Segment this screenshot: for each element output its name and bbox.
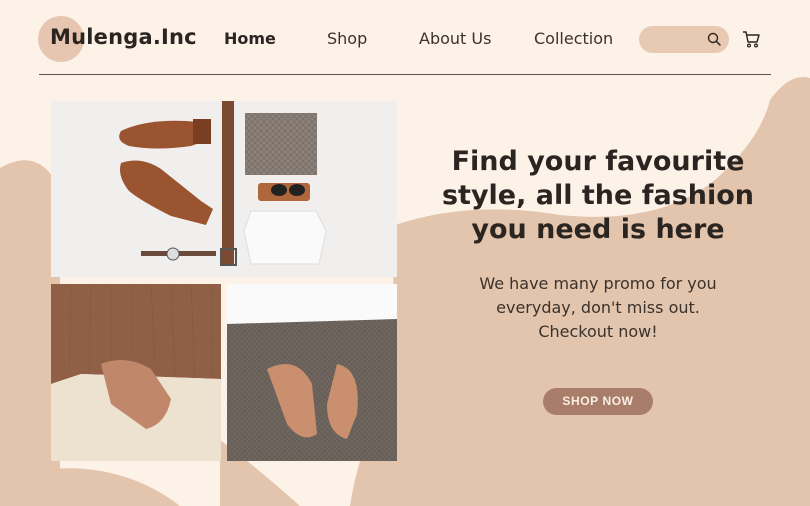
nav-collection[interactable]: Collection: [534, 29, 613, 48]
ribbed-top-image: [51, 284, 221, 461]
header-divider: [39, 74, 771, 75]
shop-now-button[interactable]: SHOP NOW: [543, 388, 653, 415]
nav-shop[interactable]: Shop: [327, 29, 367, 48]
hero-title: Find your favourite style, all the fashi…: [441, 146, 755, 245]
nav-home[interactable]: Home: [224, 29, 276, 48]
cart-icon[interactable]: [741, 29, 761, 49]
search-icon[interactable]: [706, 31, 722, 47]
logo[interactable]: Mulenga.Inc: [50, 25, 197, 49]
checked-trousers-image: [227, 284, 397, 461]
header: Mulenga.Inc Home Shop About Us Collectio…: [0, 0, 810, 76]
nav-about-us[interactable]: About Us: [419, 29, 491, 48]
flatlay-outfit-image: [51, 101, 397, 277]
hero-subtitle: We have many promo for you everyday, don…: [479, 274, 717, 341]
